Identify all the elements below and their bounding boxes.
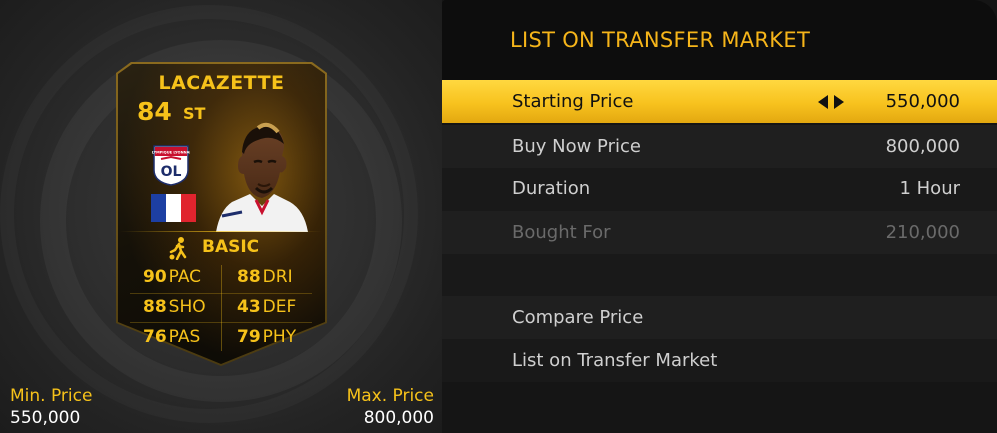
stat-label: PAC xyxy=(168,267,202,287)
player-photo xyxy=(216,122,308,232)
page-title: LIST ON TRANSFER MARKET xyxy=(510,28,811,52)
player-position: ST xyxy=(183,104,206,123)
buy-now-price-label: Buy Now Price xyxy=(512,136,641,157)
card-divider xyxy=(120,231,322,232)
starting-price-label: Starting Price xyxy=(512,91,634,112)
max-price-value: 800,000 xyxy=(363,408,434,428)
stat-label: PHY xyxy=(262,327,297,347)
stat-value: 43 xyxy=(237,297,261,317)
list-on-market-button[interactable]: List on Transfer Market xyxy=(512,350,717,371)
stat-phy: 79 PHY xyxy=(237,327,296,347)
arrow-left-icon[interactable] xyxy=(818,95,828,109)
min-price-value: 550,000 xyxy=(10,408,81,428)
stat-value: 88 xyxy=(237,267,261,287)
stat-pac: 90 PAC xyxy=(143,267,201,287)
player-name: LACAZETTE xyxy=(158,72,285,94)
stat-pas: 76 PAS xyxy=(143,327,200,347)
bought-for-value: 210,000 xyxy=(885,222,960,243)
svg-text:OL: OL xyxy=(161,164,182,180)
player-rating: 84 xyxy=(137,97,172,126)
stat-column-divider xyxy=(221,265,222,351)
stat-def: 43 DEF xyxy=(237,297,296,317)
stat-value: 79 xyxy=(237,327,261,347)
stat-label: PAS xyxy=(168,327,201,347)
stat-label: DRI xyxy=(262,267,293,287)
svg-text:OLYMPIQUE LYONNAIS: OLYMPIQUE LYONNAIS xyxy=(152,151,190,155)
stat-label: SHO xyxy=(168,297,206,317)
starting-price-value: 550,000 xyxy=(885,91,960,112)
club-badge-icon: OLYMPIQUE LYONNAIS OL xyxy=(152,145,190,186)
stat-sho: 88 SHO xyxy=(143,297,206,317)
stat-value: 76 xyxy=(143,327,167,347)
bought-for-label: Bought For xyxy=(512,222,611,243)
chemistry-style: BASIC xyxy=(202,237,260,257)
compare-price-button[interactable]: Compare Price xyxy=(512,307,643,328)
empty-row xyxy=(442,254,997,296)
player-silhouette-icon xyxy=(169,237,187,260)
max-price-label: Max. Price xyxy=(346,386,434,406)
duration-value: 1 Hour xyxy=(899,178,960,199)
stat-value: 88 xyxy=(143,297,167,317)
arrow-right-icon[interactable] xyxy=(834,95,844,109)
duration-label: Duration xyxy=(512,178,591,199)
stat-dri: 88 DRI xyxy=(237,267,293,287)
buy-now-price-value: 800,000 xyxy=(885,136,960,157)
stat-value: 90 xyxy=(143,267,167,287)
france-flag-icon xyxy=(151,194,196,222)
stat-label: DEF xyxy=(262,297,297,317)
price-adjust-arrows[interactable] xyxy=(818,95,844,109)
min-price-label: Min. Price xyxy=(10,386,93,406)
